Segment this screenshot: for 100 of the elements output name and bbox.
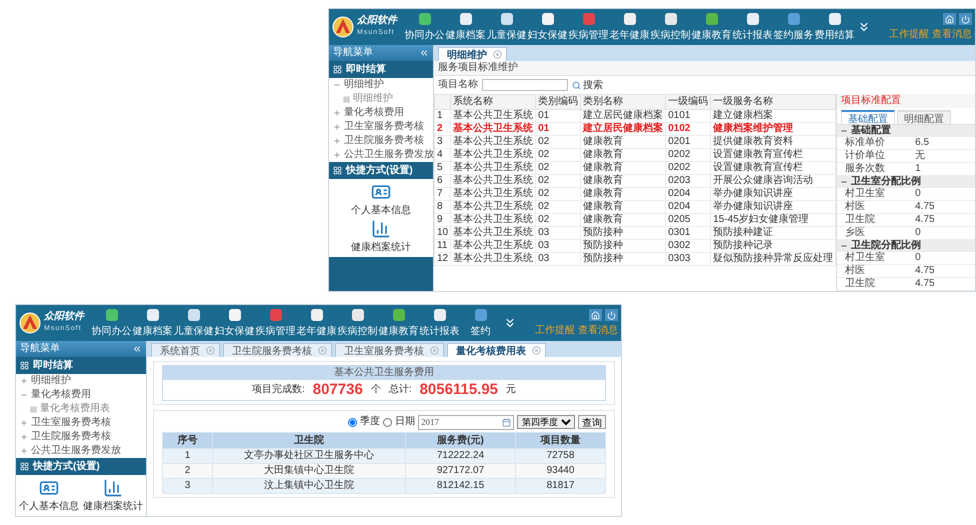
- table-cell: 02: [536, 200, 581, 214]
- sidebar-item[interactable]: 卫生院服务费考核: [344, 135, 424, 147]
- panel-tab[interactable]: 基础配置: [841, 110, 896, 124]
- nav-item[interactable]: 签约服务: [773, 10, 814, 44]
- nav-item[interactable]: 疾病管理: [568, 10, 609, 44]
- sidebar-item[interactable]: 公共卫生服务费发放: [344, 149, 434, 161]
- shortcut[interactable]: 个人基本信息: [19, 478, 79, 513]
- nav-item[interactable]: 健康档案: [132, 306, 173, 340]
- table-cell: 健康教育: [580, 200, 666, 214]
- nav-item[interactable]: 健康档案: [445, 10, 486, 44]
- tab[interactable]: 卫生室服务费考核: [335, 343, 444, 357]
- sidebar-item[interactable]: 明细维护: [344, 79, 384, 91]
- property-name: 服务次数: [844, 163, 886, 175]
- group-label: 基础配置: [851, 125, 892, 136]
- nav-item[interactable]: 健康教育: [378, 306, 419, 340]
- shortcut[interactable]: 健康档案统计: [351, 219, 411, 254]
- table-cell: 汶上集镇中心卫生院: [212, 478, 406, 494]
- column-header: 卫生院: [212, 432, 406, 448]
- sidebar-section[interactable]: 即时结算: [329, 61, 433, 78]
- panel-tab[interactable]: 明细配置: [897, 110, 952, 124]
- sidebar-section[interactable]: 快捷方式(设置): [329, 162, 433, 179]
- sidebar-subitem[interactable]: 量化考核费用表: [40, 403, 110, 415]
- property-name: 乡医: [844, 227, 866, 239]
- sidebar-item[interactable]: 卫生院服务费考核: [31, 431, 111, 443]
- property-name: 卫生院: [844, 214, 876, 226]
- table-cell: 健康教育: [580, 136, 666, 148]
- column-header: 项目数量: [516, 432, 606, 448]
- period-select[interactable]: 第四季度: [517, 415, 575, 429]
- property-group[interactable]: 卫生室分配比例: [837, 176, 975, 188]
- row-number: 5: [434, 162, 451, 174]
- nav-item[interactable]: 老年健康: [296, 306, 337, 340]
- property-value: 4.75: [914, 214, 936, 226]
- sidebar-item[interactable]: 卫生室服务费考核: [31, 417, 111, 429]
- sidebar-item[interactable]: 明细维护: [31, 375, 71, 387]
- table-cell: 健康教育: [580, 162, 666, 174]
- tab[interactable]: 卫生院服务费考核: [223, 343, 332, 357]
- query-button[interactable]: 查询: [578, 415, 606, 429]
- table-cell: 预防接种记录: [710, 240, 836, 252]
- table-cell: 建立居民健康档案: [580, 122, 666, 136]
- row-number: 1: [434, 110, 451, 122]
- property-group[interactable]: 卫生院分配比例: [837, 240, 975, 252]
- summary-title: 基本公共卫生服务费用: [334, 367, 434, 379]
- table-cell: 02: [536, 148, 581, 162]
- nav-item[interactable]: 统计报表: [419, 306, 460, 340]
- property-value: 4.75: [914, 278, 936, 290]
- property-name: 村医: [844, 201, 866, 213]
- breadcrumb: 服务项目标准维护: [438, 62, 518, 74]
- nav-item[interactable]: 老年健康: [609, 10, 650, 44]
- table-cell: 开展公众健康咨询活动: [710, 174, 836, 188]
- table-cell: 健康教育: [580, 174, 666, 188]
- table-cell: 预防接种: [580, 226, 666, 240]
- nav-item[interactable]: 签约: [460, 306, 501, 340]
- table-cell: 0202: [666, 162, 711, 174]
- property-value: 0: [914, 227, 922, 239]
- property-group[interactable]: 基础配置: [837, 125, 975, 137]
- shortcut[interactable]: 健康档案统计: [83, 478, 143, 513]
- sidebar-section[interactable]: 即时结算: [16, 357, 146, 374]
- sidebar-item[interactable]: 卫生室服务费考核: [344, 121, 424, 133]
- date-field[interactable]: 2017: [418, 414, 514, 430]
- column-header: 一级服务名称: [710, 94, 836, 110]
- sidebar-item[interactable]: 公共卫生服务费发放: [31, 445, 121, 457]
- nav-item[interactable]: 疾病控制: [337, 306, 378, 340]
- table-cell: 15-45岁妇女健康管理: [710, 214, 836, 226]
- sidebar-subitem[interactable]: 明细维护: [353, 93, 393, 105]
- row-number: 6: [434, 174, 451, 188]
- tab[interactable]: 系统首页: [151, 343, 220, 357]
- table-cell: 预防接种: [580, 252, 666, 266]
- nav-item[interactable]: 儿童保健: [486, 10, 527, 44]
- table-cell: 01: [536, 122, 581, 136]
- tab[interactable]: 明细维护: [438, 47, 507, 61]
- table-cell: 举办健康知识讲座: [710, 188, 836, 200]
- tab[interactable]: 量化考核费用表: [447, 343, 546, 357]
- search-button[interactable]: 搜索: [572, 78, 603, 92]
- column-header: 一级编码: [666, 94, 711, 110]
- nav-item[interactable]: 妇女保健: [527, 10, 568, 44]
- summary-value: 8056115.95: [420, 382, 498, 398]
- table-cell: 基本公共卫生系统: [450, 122, 536, 136]
- nav-item[interactable]: 妇女保健: [214, 306, 255, 340]
- nav-item[interactable]: 疾病控制: [650, 10, 691, 44]
- nav-item[interactable]: 儿童保健: [173, 306, 214, 340]
- sidebar-item[interactable]: 量化考核费用: [344, 107, 404, 119]
- nav-item[interactable]: 统计报表: [732, 10, 773, 44]
- table-cell: 02: [536, 214, 581, 226]
- table-cell: 0204: [666, 200, 711, 214]
- summary-label: 项目完成数:: [252, 384, 305, 396]
- nav-item[interactable]: 协同办公: [91, 306, 132, 340]
- logo-name: 众阳软件: [357, 15, 397, 27]
- shortcut[interactable]: 个人基本信息: [351, 182, 411, 217]
- nav-item[interactable]: 疾病管理: [255, 306, 296, 340]
- nav-item[interactable]: 费用结算: [814, 10, 855, 44]
- sidebar-item[interactable]: 量化考核费用: [31, 389, 91, 401]
- summary-label: 总计:: [388, 384, 412, 396]
- summary-value: 807736: [312, 382, 363, 398]
- nav-item[interactable]: 健康教育: [691, 10, 732, 44]
- table-cell: 0201: [666, 136, 711, 148]
- table-cell: 基本公共卫生系统: [450, 240, 536, 252]
- nav-item[interactable]: 协同办公: [404, 10, 445, 44]
- table-cell: 基本公共卫生系统: [450, 200, 536, 214]
- sidebar-section[interactable]: 快捷方式(设置): [16, 458, 146, 475]
- row-number: 12: [434, 252, 451, 266]
